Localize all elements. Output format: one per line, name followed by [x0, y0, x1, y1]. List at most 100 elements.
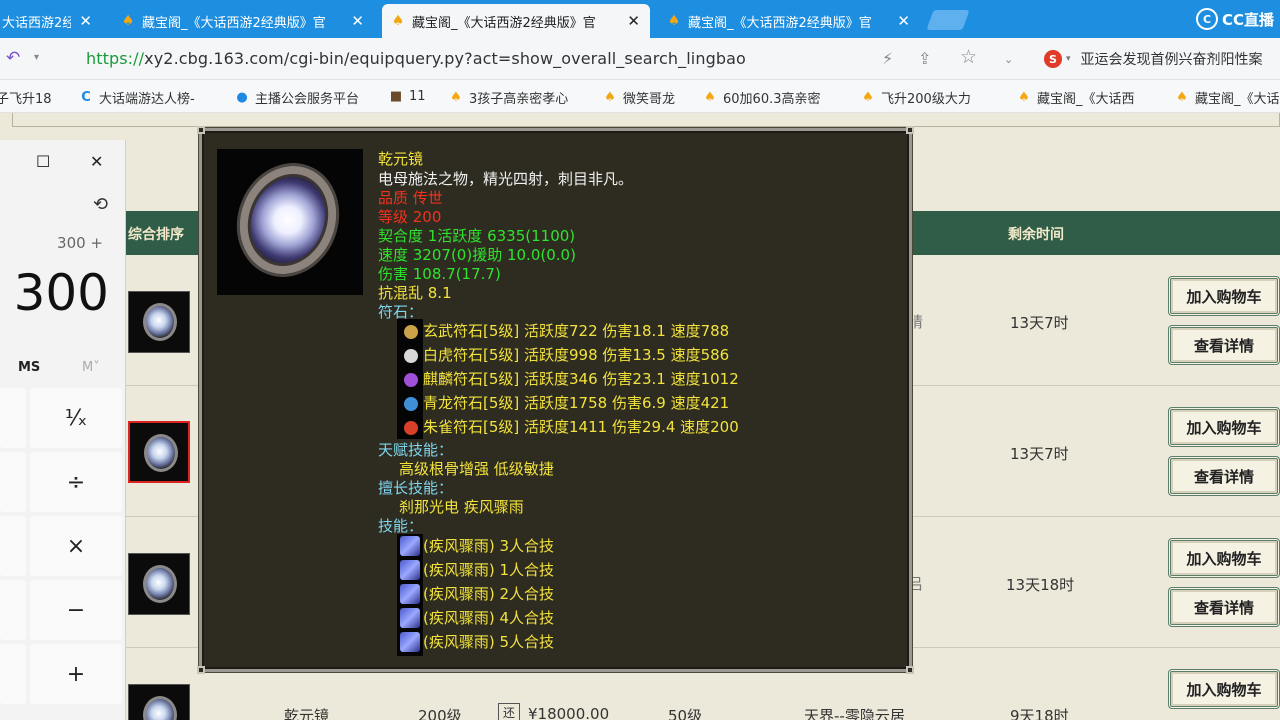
talent-skills: 高级根骨增强 低级敏捷 [399, 460, 554, 478]
rune-line: 玄武符石[5级] 活跃度722 伤害18.1 速度788 [423, 322, 730, 340]
bookmark-item[interactable]: ■ 11 [388, 88, 426, 104]
maximize-icon[interactable]: ☐ [36, 152, 50, 171]
cbg-icon: ♠ [450, 90, 462, 105]
calc-key-partial[interactable] [0, 388, 26, 448]
add-to-cart-button[interactable]: 加入购物车 [1168, 669, 1280, 709]
url-path: xy2.cbg.163.com/cgi-bin/equipquery.py?ac… [144, 49, 746, 68]
item-thumbnail[interactable] [128, 684, 190, 720]
history-icon[interactable]: ⟲ [93, 194, 108, 215]
item-quality: 品质 传世 [378, 189, 443, 207]
subtract-button[interactable]: − [30, 580, 122, 640]
cbg-icon: ♠ [1018, 90, 1030, 105]
view-detail-button[interactable]: 查看详情 [1168, 456, 1280, 496]
skills-label: 技能： [378, 517, 424, 535]
calc-key-partial[interactable] [0, 452, 26, 512]
cbg-icon: ♠ [604, 90, 616, 105]
item-thumbnail[interactable] [128, 553, 190, 615]
url-field[interactable]: https://xy2.cbg.163.com/cgi-bin/equipque… [86, 49, 746, 68]
memory-list-button[interactable]: M˅ [82, 360, 100, 375]
mirror-icon [143, 696, 177, 720]
header-rank[interactable]: 综合排序 [128, 224, 184, 244]
bookmark-label: 60加60.3高亲密 [723, 92, 821, 107]
item-level: 200级 [418, 707, 462, 720]
item-price: ¥18000.00 [528, 705, 610, 720]
divide-button[interactable]: ÷ [30, 452, 122, 512]
item-thumbnail-selected[interactable] [128, 421, 190, 483]
game-icon: ■ [389, 88, 403, 104]
bookmark-item[interactable]: ♠ 飞升200级大力 [860, 88, 971, 107]
qinglong-rune-icon [404, 397, 418, 411]
bookmark-item[interactable]: C 大话端游达人榜- [78, 88, 194, 107]
bookmark-item[interactable]: ♠ 藏宝阁_《大话 [1174, 88, 1280, 107]
bookmark-item[interactable]: ♠ 藏宝阁_《大话西 [1016, 88, 1135, 107]
calc-key-partial[interactable] [0, 644, 26, 704]
add-to-cart-button[interactable]: 加入购物车 [1168, 538, 1280, 578]
chevron-down-icon[interactable]: ▾ [1066, 54, 1071, 64]
cc-logo-icon: C [1196, 8, 1218, 30]
skill-line: (疾风骤雨) 4人合技 [423, 609, 555, 627]
bookmarks-bar: 子飞升18 C 大话端游达人榜- ● 主播公会服务平台 ■ 11 ♠ 3孩子高亲密孝心 … [0, 80, 1280, 113]
add-to-cart-button[interactable]: 加入购物车 [1168, 407, 1280, 447]
bookmark-item[interactable]: 子飞升18 [0, 88, 52, 107]
mirror-icon [144, 434, 178, 472]
search-box[interactable]: S ▾ 亚运会发现首例兴奋剂阳性案 [1044, 47, 1280, 71]
tooltip-corner [197, 126, 205, 134]
tab-4[interactable]: ♠ 藏宝阁_《大话西游2经典版》官 ✕ [658, 4, 920, 38]
address-bar: ↶ ▾ https://xy2.cbg.163.com/cgi-bin/equi… [0, 38, 1280, 80]
stat-speed: 速度 3207(0)援助 10.0(0.0) [378, 246, 576, 264]
bookmark-item[interactable]: ♠ 60加60.3高亲密 [702, 88, 821, 107]
bookmark-label: 藏宝阁_《大话西 [1037, 92, 1135, 107]
bookmark-item[interactable]: ♠ 3孩子高亲密孝心 [448, 88, 568, 107]
undo-icon[interactable]: ↶ [6, 48, 20, 68]
skill-line: (疾风骤雨) 2人合技 [423, 585, 555, 603]
bookmark-label: 藏宝阁_《大话 [1195, 92, 1280, 107]
xuanwu-rune-icon [404, 325, 418, 339]
rune-line: 青龙符石[5级] 活跃度1758 伤害6.9 速度421 [423, 394, 730, 412]
calc-key-partial[interactable] [0, 580, 26, 640]
new-tab-button[interactable] [926, 10, 970, 30]
sogou-icon: S [1044, 50, 1062, 68]
share-icon[interactable]: ⇪ [918, 49, 931, 68]
bookmark-label: 微笑哥龙 [623, 92, 676, 107]
bookmark-item[interactable]: ● 主播公会服务平台 [234, 88, 359, 107]
calc-display: 300 [13, 264, 109, 322]
item-grade: 50级 [668, 707, 703, 720]
tooltip-corner [906, 126, 914, 134]
lightning-icon[interactable]: ⚡ [882, 49, 893, 68]
tab-1[interactable]: 大话西游2经典版》 ✕ [0, 4, 102, 38]
mirror-icon [143, 565, 177, 603]
chevron-down-icon[interactable]: ⌄ [1004, 53, 1013, 66]
close-icon[interactable]: ✕ [90, 152, 103, 171]
memory-store-button[interactable]: MS [18, 360, 40, 375]
bargain-badge: 还 [498, 703, 520, 720]
bookmark-label: 主播公会服务平台 [255, 92, 360, 107]
close-icon[interactable]: ✕ [351, 12, 364, 30]
item-thumbnail[interactable] [128, 291, 190, 353]
close-icon[interactable]: ✕ [79, 12, 92, 30]
add-to-cart-button[interactable]: 加入购物车 [1168, 276, 1280, 316]
tab-4-title: 藏宝阁_《大话西游2经典版》官 [688, 15, 872, 31]
view-detail-button[interactable]: 查看详情 [1168, 587, 1280, 627]
add-button[interactable]: + [30, 644, 122, 704]
c-logo-icon: C [81, 90, 91, 105]
star-icon[interactable]: ☆ [960, 46, 977, 68]
bookmark-label: 飞升200级大力 [881, 92, 971, 107]
search-text: 亚运会发现首例兴奋剂阳性案 [1080, 52, 1263, 68]
header-remain-time: 剩余时间 [1008, 227, 1064, 243]
close-icon[interactable]: ✕ [627, 12, 640, 30]
view-detail-button[interactable]: 查看详情 [1168, 325, 1280, 365]
zhuque-rune-icon [404, 421, 418, 435]
globe-icon: ● [236, 90, 248, 105]
chevron-down-icon[interactable]: ▾ [34, 52, 39, 63]
bookmark-item[interactable]: ♠ 微笑哥龙 [602, 88, 675, 107]
item-tooltip: 乾元镜 电母施法之物，精光四射，刺目非凡。 品质 传世 等级 200 契合度 1… [197, 126, 914, 674]
item-name[interactable]: 乾元镜 [284, 705, 329, 720]
mirror-icon [223, 151, 353, 289]
cc-live-logo: C CC直播 [1196, 8, 1274, 30]
reciprocal-button[interactable]: ¹⁄ₓ [30, 388, 122, 448]
tab-2[interactable]: ♠ 藏宝阁_《大话西游2经典版》官 ✕ [112, 4, 374, 38]
multiply-button[interactable]: × [30, 516, 122, 576]
tab-3-active[interactable]: ♠ 藏宝阁_《大话西游2经典版》官 ✕ [382, 4, 650, 38]
close-icon[interactable]: ✕ [897, 12, 910, 30]
calc-key-partial[interactable] [0, 516, 26, 576]
